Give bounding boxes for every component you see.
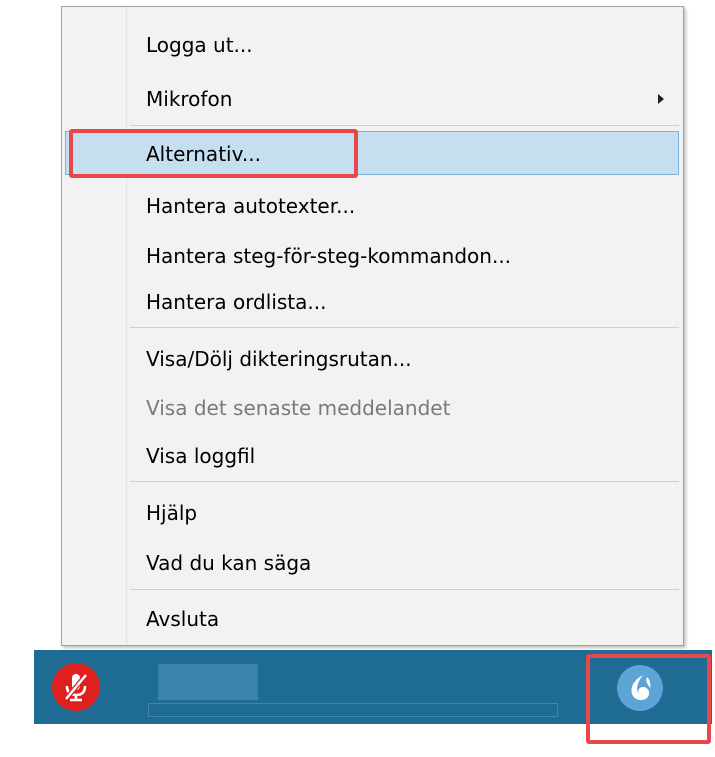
context-menu: Logga ut... Mikrofon Alternativ... Hante…	[61, 6, 684, 646]
menu-separator	[130, 481, 679, 482]
menu-item-label: Logga ut...	[146, 33, 253, 57]
menu-item-label: Vad du kan säga	[146, 551, 312, 575]
screen: Logga ut... Mikrofon Alternativ... Hante…	[0, 0, 715, 757]
menu-item-mikrofon[interactable]: Mikrofon	[65, 76, 679, 120]
dictation-status-box	[158, 664, 258, 700]
menu-item-label: Hantera autotexter...	[146, 194, 356, 218]
menu-item-hantera-autotexter[interactable]: Hantera autotexter...	[65, 183, 679, 227]
menu-item-label: Visa/Dölj dikteringsrutan...	[146, 347, 412, 371]
menu-item-visa-loggfil[interactable]: Visa loggfil	[65, 433, 679, 477]
microphone-button[interactable]	[52, 663, 100, 711]
submenu-arrow-icon	[658, 94, 664, 104]
menu-item-label: Avsluta	[146, 607, 220, 631]
menu-item-avsluta[interactable]: Avsluta	[65, 596, 679, 640]
microphone-off-icon	[64, 673, 88, 702]
annotation-box-dragon-button	[586, 654, 711, 744]
menu-item-visa-dolj-dikteringsrutan[interactable]: Visa/Dölj dikteringsrutan...	[65, 336, 679, 380]
menu-item-label: Hjälp	[146, 501, 198, 525]
menu-item-label: Visa det senaste meddelandet	[146, 396, 451, 420]
volume-meter	[148, 703, 558, 717]
menu-item-hjalp[interactable]: Hjälp	[65, 490, 679, 534]
menu-item-hantera-ordlista[interactable]: Hantera ordlista...	[65, 279, 679, 323]
menu-item-label: Hantera steg-för-steg-kommandon...	[146, 244, 512, 268]
annotation-box-alternativ	[69, 129, 358, 178]
menu-item-visa-senaste-meddelandet: Visa det senaste meddelandet	[65, 385, 679, 429]
menu-item-label: Hantera ordlista...	[146, 290, 327, 314]
menu-item-hantera-steg-for-steg[interactable]: Hantera steg-för-steg-kommandon...	[65, 233, 679, 277]
menu-item-logga-ut[interactable]: Logga ut...	[65, 22, 679, 66]
menu-item-label: Mikrofon	[146, 87, 233, 111]
menu-item-vad-du-kan-saga[interactable]: Vad du kan säga	[65, 540, 679, 584]
menu-separator	[130, 125, 679, 126]
menu-item-label: Visa loggfil	[146, 444, 256, 468]
menu-separator	[130, 589, 679, 590]
menu-separator	[130, 327, 679, 328]
